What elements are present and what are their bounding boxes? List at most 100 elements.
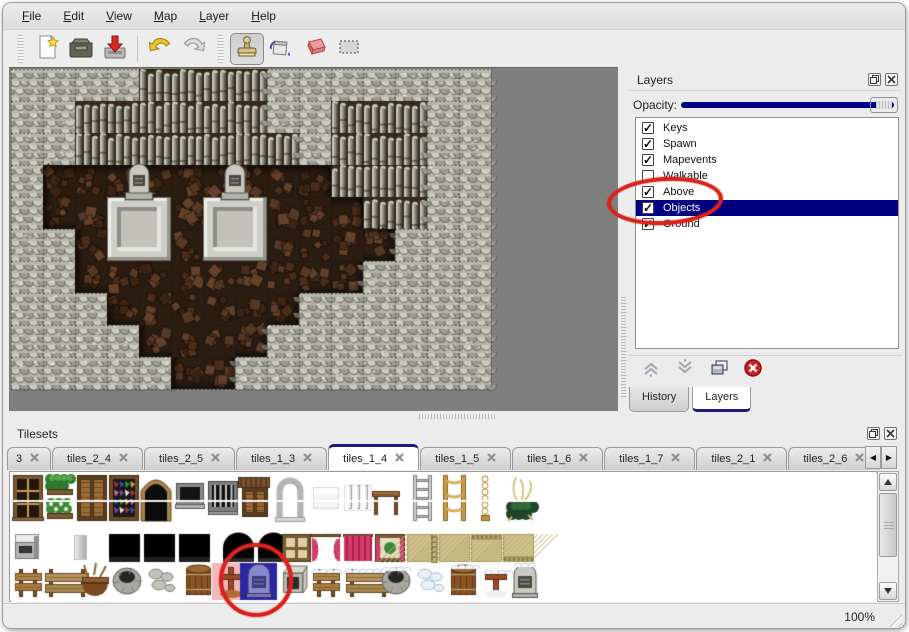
duplicate-layer-button[interactable] <box>707 359 731 383</box>
app-window: FileEditViewMapLayerHelp Layers Opacity: <box>2 2 906 629</box>
layer-row-mapevents[interactable]: ✓ Mapevents <box>636 152 898 168</box>
menu-bar: FileEditViewMapLayerHelp <box>3 3 905 30</box>
scroll-down-icon[interactable] <box>879 582 897 600</box>
layer-row-above[interactable]: ✓ Above <box>636 184 898 200</box>
eraser-tool[interactable] <box>298 33 332 65</box>
close-panel-icon[interactable] <box>884 427 897 440</box>
menu-item-edit[interactable]: Edit <box>54 6 93 26</box>
tabs-scroll-left-icon[interactable]: ◀ <box>865 446 881 469</box>
tileset-tab-tiles_1_7[interactable]: tiles_1_7 <box>604 447 695 470</box>
layer-visibility-checkbox[interactable]: ✓ <box>642 138 654 150</box>
lower-layer-button[interactable] <box>673 359 697 383</box>
scroll-up-icon[interactable] <box>879 473 897 491</box>
dock-tab-layers[interactable]: Layers <box>692 387 751 412</box>
tileset-scrollbar[interactable] <box>877 471 899 602</box>
dock-tab-history[interactable]: History <box>629 387 689 412</box>
layer-label: Above <box>663 186 694 198</box>
stamp-tool[interactable] <box>230 33 264 65</box>
float-panel-icon[interactable] <box>868 73 881 86</box>
fill-tool-icon <box>268 34 294 65</box>
close-tab-icon[interactable] <box>763 453 772 465</box>
layer-label: Mapevents <box>663 154 717 166</box>
save-map-icon <box>102 34 128 65</box>
close-tab-icon[interactable] <box>579 453 588 465</box>
horizontal-splitter[interactable] <box>419 412 495 420</box>
delete-layer-button[interactable] <box>741 359 765 383</box>
menu-item-layer[interactable]: Layer <box>190 6 238 26</box>
layers-panel: Layers Opacity: ✓Keys✓Spawn✓MapeventsWal… <box>629 67 902 385</box>
menu-item-help[interactable]: Help <box>242 6 285 26</box>
layer-visibility-checkbox[interactable]: ✓ <box>642 186 654 198</box>
layer-visibility-checkbox[interactable]: ✓ <box>642 122 654 134</box>
raise-layer-button[interactable] <box>639 359 663 383</box>
tileset-tab-tiles_1_3[interactable]: tiles_1_3 <box>236 447 327 470</box>
menu-item-view[interactable]: View <box>97 6 141 26</box>
layer-visibility-checkbox[interactable] <box>642 170 654 182</box>
layer-row-walkable[interactable]: Walkable <box>636 168 898 184</box>
close-tab-icon[interactable] <box>487 453 496 465</box>
undo-icon <box>146 34 174 65</box>
tileset-view[interactable] <box>9 471 877 602</box>
select-tool[interactable] <box>332 33 366 65</box>
toolbar-grip[interactable] <box>17 35 24 63</box>
vertical-splitter[interactable] <box>619 67 628 411</box>
close-tab-icon[interactable] <box>395 453 404 465</box>
open-map[interactable] <box>64 33 98 65</box>
layer-row-spawn[interactable]: ✓ Spawn <box>636 136 898 152</box>
close-tab-icon[interactable] <box>671 453 680 465</box>
fill-tool[interactable] <box>264 33 298 65</box>
opacity-slider-track <box>681 102 894 108</box>
chevrons-down-icon <box>675 358 695 383</box>
redo-icon <box>180 34 208 65</box>
close-tab-icon[interactable] <box>855 453 864 465</box>
tileset-tab-tiles_1_6[interactable]: tiles_1_6 <box>512 447 603 470</box>
new-file[interactable] <box>30 33 64 65</box>
tileset-tab-tiles_2_5[interactable]: tiles_2_5 <box>144 447 235 470</box>
tab-label: tiles_1_6 <box>527 453 571 465</box>
close-tab-icon[interactable] <box>119 453 128 465</box>
toolbar-grip[interactable] <box>217 35 224 63</box>
chevrons-up-icon <box>641 358 661 383</box>
layer-visibility-checkbox[interactable]: ✓ <box>642 218 654 230</box>
save-map[interactable] <box>98 33 132 65</box>
resize-grip[interactable] <box>885 610 902 627</box>
layer-visibility-checkbox[interactable]: ✓ <box>642 154 654 166</box>
toolbar-separator <box>137 36 138 62</box>
tileset-tab-tiles_1_4[interactable]: tiles_1_4 <box>328 444 419 470</box>
tab-label: tiles_1_3 <box>251 453 295 465</box>
redo[interactable] <box>177 33 211 65</box>
layer-row-keys[interactable]: ✓Keys <box>636 120 898 136</box>
stamp-tool-icon <box>235 35 259 64</box>
tileset-tab-3[interactable]: 3 <box>7 447 51 470</box>
opacity-label: Opacity: <box>633 98 681 112</box>
close-tab-icon[interactable] <box>211 453 220 465</box>
close-tab-icon[interactable] <box>303 453 312 465</box>
close-panel-icon[interactable] <box>885 73 898 86</box>
tab-label: tiles_1_4 <box>343 453 387 465</box>
layer-row-ground[interactable]: ✓Ground <box>636 216 898 232</box>
float-panel-icon[interactable] <box>867 427 880 440</box>
eraser-tool-icon <box>302 34 328 65</box>
tileset-tab-tiles_1_5[interactable]: tiles_1_5 <box>420 447 511 470</box>
menu-item-file[interactable]: File <box>13 6 50 26</box>
layer-row-objects[interactable]: ✓Objects <box>636 200 898 216</box>
close-tab-icon[interactable] <box>30 453 39 465</box>
map-viewport[interactable] <box>9 67 618 411</box>
opacity-slider-handle[interactable] <box>870 97 898 113</box>
opacity-slider[interactable] <box>681 97 898 113</box>
tileset-canvas[interactable] <box>11 473 877 602</box>
tab-label: 3 <box>16 453 22 465</box>
tabs-scroll-right-icon[interactable]: ▶ <box>881 446 897 469</box>
tileset-tabbar: 3 tiles_2_4tiles_2_5 tiles_1_3 tiles_1_4 til… <box>7 444 899 470</box>
tab-label: tiles_1_7 <box>619 453 663 465</box>
layer-visibility-checkbox[interactable]: ✓ <box>642 202 654 214</box>
tileset-tab-tiles_2_1[interactable]: tiles_2_1 <box>696 447 787 470</box>
scrollbar-thumb[interactable] <box>879 493 897 557</box>
zoom-level: 100% <box>844 610 875 624</box>
map-canvas[interactable] <box>11 69 618 411</box>
layer-label: Spawn <box>663 138 697 150</box>
tileset-tab-tiles_2_4[interactable]: tiles_2_4 <box>52 447 143 470</box>
menu-item-map[interactable]: Map <box>145 6 186 26</box>
status-bar: 100% <box>3 603 905 629</box>
undo[interactable] <box>143 33 177 65</box>
